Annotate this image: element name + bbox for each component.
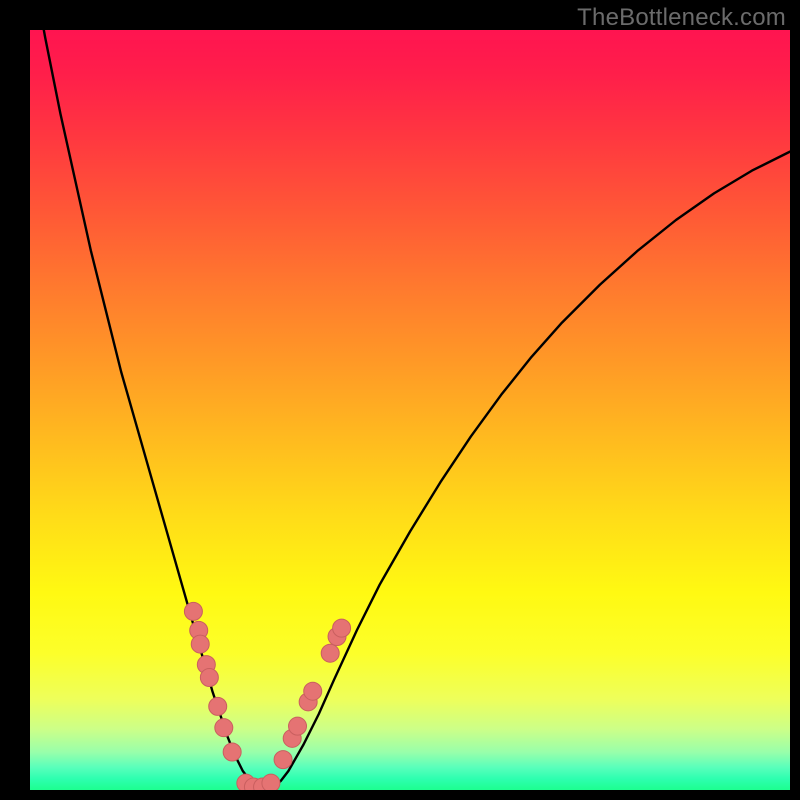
data-point: [200, 669, 218, 687]
data-point: [215, 719, 233, 737]
chart-frame: TheBottleneck.com: [0, 0, 800, 800]
chart-svg: [30, 30, 790, 790]
plot-area: [30, 30, 790, 790]
data-point: [289, 717, 307, 735]
data-point: [321, 644, 339, 662]
watermark-text: TheBottleneck.com: [577, 4, 786, 32]
data-point: [304, 682, 322, 700]
data-point: [184, 602, 202, 620]
data-point: [274, 751, 292, 769]
data-point: [262, 774, 280, 790]
data-point: [191, 635, 209, 653]
data-point: [209, 697, 227, 715]
data-point: [333, 619, 351, 637]
bottleneck-curve: [30, 30, 790, 789]
data-point: [223, 743, 241, 761]
